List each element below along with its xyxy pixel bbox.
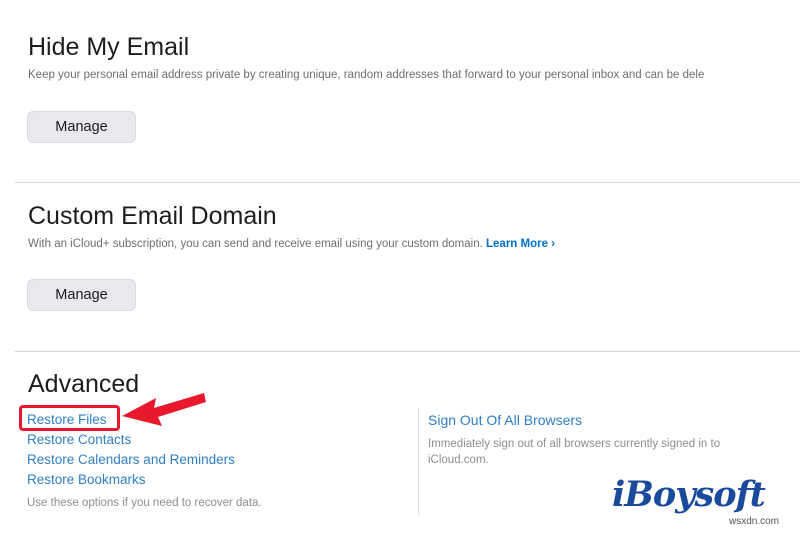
sign-out-all-browsers-link[interactable]: Sign Out Of All Browsers (428, 412, 582, 428)
red-arrow-icon (122, 393, 206, 426)
chevron-right-icon: › (551, 238, 556, 250)
section-divider (15, 351, 800, 352)
section-divider (15, 182, 800, 183)
custom-email-domain-title: Custom Email Domain (28, 202, 277, 230)
learn-more-label: Learn More (486, 238, 549, 250)
restore-bookmarks-link[interactable]: Restore Bookmarks (27, 472, 146, 487)
custom-email-domain-manage-button[interactable]: Manage (27, 279, 136, 311)
sign-out-description-line2: iCloud.com. (428, 454, 489, 466)
sign-out-description-line1: Immediately sign out of all browsers cur… (428, 438, 721, 450)
recover-data-note: Use these options if you need to recover… (27, 497, 262, 509)
custom-email-domain-description: With an iCloud+ subscription, you can se… (28, 238, 555, 250)
watermark-text: wsxdn.com (729, 516, 780, 527)
column-divider (418, 408, 419, 515)
hide-my-email-title: Hide My Email (28, 33, 190, 61)
custom-email-domain-text: With an iCloud+ subscription, you can se… (28, 238, 483, 250)
learn-more-link[interactable]: Learn More › (486, 238, 555, 250)
iboysoft-logo: iBoysoft (612, 474, 766, 515)
hide-my-email-manage-button[interactable]: Manage (27, 111, 136, 143)
restore-contacts-link[interactable]: Restore Contacts (27, 432, 131, 447)
hide-my-email-description: Keep your personal email address private… (28, 69, 705, 81)
restore-files-highlight-box (19, 405, 120, 431)
restore-calendars-link[interactable]: Restore Calendars and Reminders (27, 452, 235, 467)
